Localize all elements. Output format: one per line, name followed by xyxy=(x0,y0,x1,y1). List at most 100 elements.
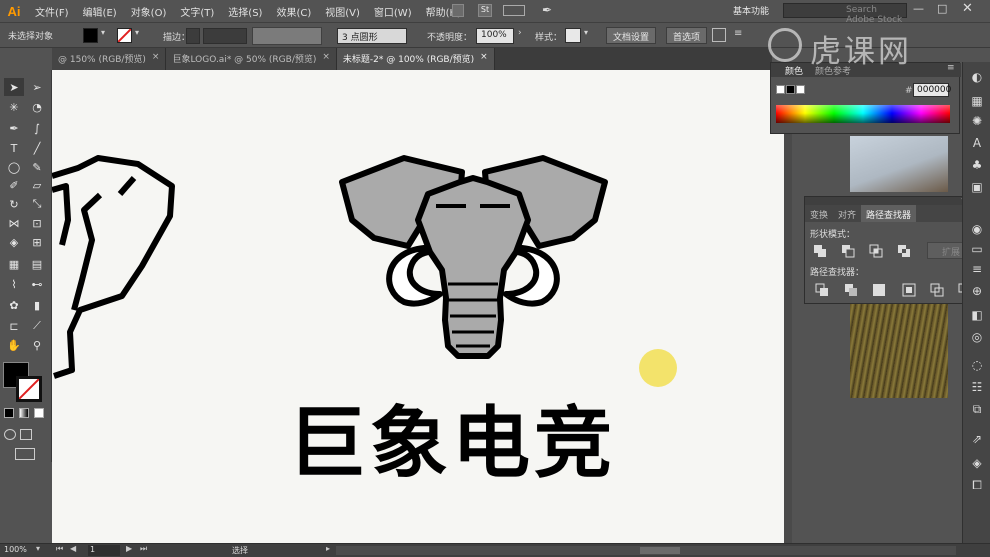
pathfinder-panel-icon[interactable]: ⊕ xyxy=(969,284,985,300)
menu-effect[interactable]: 效果(C) xyxy=(269,4,318,19)
menu-edit[interactable]: 编辑(E) xyxy=(76,4,124,19)
appearance-icon[interactable]: ◉ xyxy=(969,222,985,238)
slice-tool-icon[interactable]: ⟋ xyxy=(27,317,47,335)
menu-select[interactable]: 选择(S) xyxy=(221,4,269,19)
free-transform-tool-icon[interactable]: ⊡ xyxy=(27,214,47,232)
shaper-tool-icon[interactable]: ✐ xyxy=(4,176,24,194)
tab-doc-2[interactable]: 巨象LOGO.ai* @ 50% (RGB/预览) × xyxy=(166,48,337,70)
ellipse-tool-icon[interactable]: ◯ xyxy=(4,158,24,176)
graphic-styles-icon[interactable]: ▣ xyxy=(969,180,985,196)
stroke-swatch[interactable] xyxy=(117,28,132,43)
shape-builder-tool-icon[interactable]: ◈ xyxy=(4,233,24,251)
eraser-tool-icon[interactable]: ▱ xyxy=(27,176,47,194)
paintbrush-tool-icon[interactable]: ✎ xyxy=(27,158,47,176)
column-graph-tool-icon[interactable]: ▮ xyxy=(27,296,47,314)
libraries-icon[interactable]: ◌ xyxy=(969,358,985,374)
draw-mode-icon[interactable] xyxy=(4,429,16,440)
scroll-thumb[interactable] xyxy=(640,547,680,554)
prev-artboard-icon[interactable]: ◀ xyxy=(70,544,76,553)
eyedropper-tool-icon[interactable]: ⌇ xyxy=(4,275,24,293)
stroke-dropdown-icon[interactable]: ▾ xyxy=(135,28,139,37)
blend-tool-icon[interactable]: ⊷ xyxy=(27,275,47,293)
magic-wand-tool-icon[interactable]: ✳ xyxy=(4,98,24,116)
stock-icon[interactable]: St xyxy=(478,4,492,17)
brush-icon[interactable]: ✒ xyxy=(542,3,552,17)
color-spectrum[interactable] xyxy=(776,105,950,123)
crop-icon[interactable] xyxy=(902,283,916,297)
menu-file[interactable]: 文件(F) xyxy=(28,4,76,19)
type-tool-icon[interactable]: T xyxy=(4,139,24,157)
type-icon[interactable]: A xyxy=(969,136,985,152)
image-trace-icon[interactable]: ☷ xyxy=(969,380,985,396)
intersect-icon[interactable] xyxy=(869,244,883,258)
artboard-tool-icon[interactable]: ⊏ xyxy=(4,317,24,335)
fill-swatch[interactable] xyxy=(83,28,98,43)
workspace-switcher[interactable]: 基本功能 xyxy=(733,4,769,17)
minimize-icon[interactable]: — xyxy=(913,2,924,15)
variable-width-profile[interactable] xyxy=(252,27,322,45)
document-setup-button[interactable]: 文档设置 xyxy=(606,27,657,44)
hex-input[interactable]: 000000 xyxy=(913,83,951,97)
direct-selection-tool-icon[interactable]: ➢ xyxy=(27,78,47,96)
merge-icon[interactable] xyxy=(872,283,886,297)
zoom-tool-icon[interactable]: ⚲ xyxy=(27,336,47,354)
brush-definition[interactable]: 3 点圆形 xyxy=(337,28,407,44)
opacity-input[interactable]: 100% xyxy=(476,28,514,44)
export-icon[interactable]: ⇗ xyxy=(969,432,985,448)
none-swatch[interactable] xyxy=(776,85,785,94)
gradient-tool-icon[interactable]: ▤ xyxy=(27,255,47,273)
tab-align[interactable]: 对齐 xyxy=(833,205,861,222)
screen-mode-icon[interactable] xyxy=(15,448,35,460)
zoom-level[interactable]: 100% xyxy=(4,545,27,554)
swatches-icon[interactable]: ▦ xyxy=(969,94,985,110)
appearance-panel-icon[interactable]: ◎ xyxy=(969,330,985,346)
color-mode-icon[interactable] xyxy=(4,408,14,418)
symbol-sprayer-tool-icon[interactable]: ✿ xyxy=(4,296,24,314)
stock-search-input[interactable]: Search Adobe Stock xyxy=(783,3,907,25)
artboards-icon[interactable]: ⧠ xyxy=(969,478,985,494)
tab-doc-3[interactable]: 未标题-2* @ 100% (RGB/预览) × xyxy=(336,48,495,70)
exclude-icon[interactable] xyxy=(897,244,911,258)
menu-object[interactable]: 对象(O) xyxy=(124,4,174,19)
pen-tool-icon[interactable]: ✒ xyxy=(4,119,24,137)
draw-behind-icon[interactable] xyxy=(20,429,32,440)
width-tool-icon[interactable]: ⋈ xyxy=(4,214,24,232)
panel-grip[interactable]: « × xyxy=(805,194,983,205)
status-arrow-icon[interactable]: ▸ xyxy=(326,544,330,553)
tab-close-icon[interactable]: × xyxy=(322,52,330,66)
arrange-documents-icon[interactable] xyxy=(503,5,525,16)
maximize-icon[interactable]: □ xyxy=(937,2,947,15)
transparency-icon[interactable]: ◧ xyxy=(969,308,985,324)
outline-icon[interactable] xyxy=(930,283,944,297)
artboard-canvas[interactable]: 巨象电竞 xyxy=(52,70,784,543)
selection-tool-icon[interactable]: ➤ xyxy=(4,78,24,96)
symbols-icon[interactable]: ♣ xyxy=(969,158,985,174)
next-artboard-icon[interactable]: ▶ xyxy=(126,544,132,553)
tab-doc-1[interactable]: @ 150% (RGB/预览) × xyxy=(52,48,167,70)
line-tool-icon[interactable]: ╱ xyxy=(27,139,47,157)
last-artboard-icon[interactable]: ⏭ xyxy=(140,544,147,554)
stroke-panel-icon[interactable]: ≡ xyxy=(969,262,985,278)
preferences-button[interactable]: 首选项 xyxy=(666,27,708,44)
align-icon[interactable] xyxy=(712,28,726,42)
zoom-dropdown-icon[interactable]: ▾ xyxy=(36,544,40,553)
brushes-icon[interactable]: ✺ xyxy=(969,114,985,130)
curvature-tool-icon[interactable]: ∫ xyxy=(27,119,47,137)
divide-icon[interactable] xyxy=(815,283,829,297)
gradient-mode-icon[interactable] xyxy=(19,408,29,418)
stroke-color-box[interactable] xyxy=(16,376,42,402)
opacity-arrow-icon[interactable]: › xyxy=(518,28,522,38)
minus-front-icon[interactable] xyxy=(841,244,855,258)
color-panel-icon[interactable]: ◐ xyxy=(969,70,985,86)
menu-window[interactable]: 窗口(W) xyxy=(367,4,419,19)
first-artboard-icon[interactable]: ⏮ xyxy=(56,544,63,554)
links-icon[interactable]: ⧉ xyxy=(969,402,985,418)
artboard-number[interactable]: 1 xyxy=(88,545,120,556)
menu-view[interactable]: 视图(V) xyxy=(318,4,367,19)
style-dropdown-icon[interactable]: ▾ xyxy=(584,28,588,37)
gradient-panel-icon[interactable]: ▭ xyxy=(969,242,985,258)
graphic-style-swatch[interactable] xyxy=(565,28,581,43)
trim-icon[interactable] xyxy=(844,283,858,297)
bridge-icon[interactable] xyxy=(452,4,464,17)
none-mode-icon[interactable] xyxy=(34,408,44,418)
